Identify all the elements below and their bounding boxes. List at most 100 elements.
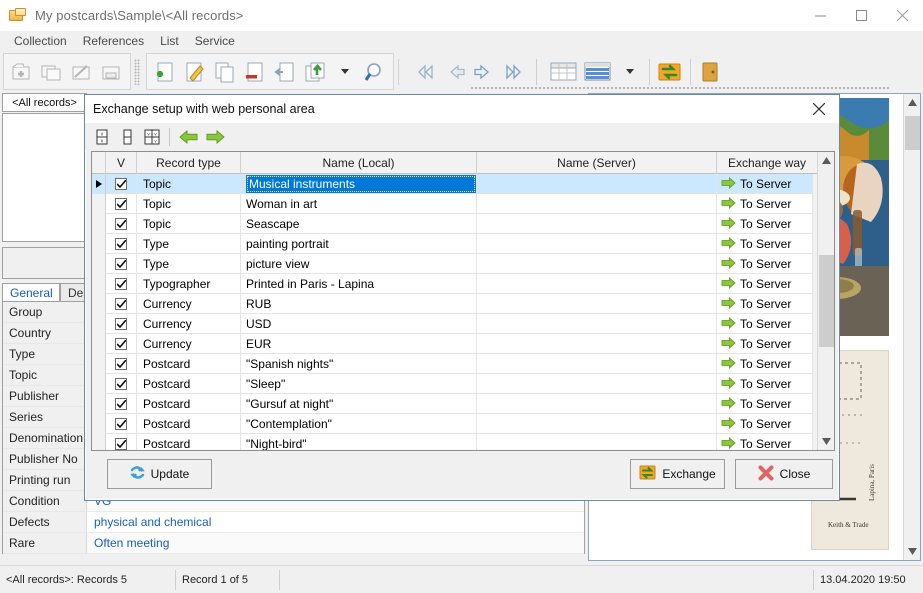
menu-list[interactable]: List: [152, 32, 187, 50]
cell-name-local[interactable]: "Sleep": [241, 374, 477, 394]
minimize-button[interactable]: [800, 0, 841, 31]
field-row-defects[interactable]: Defects physical and chemical: [3, 512, 584, 533]
cell-name-local[interactable]: USD: [241, 314, 477, 334]
cell-name-local[interactable]: "Gursuf at night": [241, 394, 477, 414]
cell-name-server[interactable]: [477, 354, 717, 374]
field-value[interactable]: physical and chemical: [87, 512, 584, 532]
row-checkbox[interactable]: [106, 374, 137, 394]
cell-name-server[interactable]: [477, 194, 717, 214]
nav-prev-icon[interactable]: [439, 56, 469, 87]
cell-name-local[interactable]: Musical instruments: [241, 174, 477, 194]
table-row[interactable]: Typepicture viewTo Server···: [92, 254, 817, 274]
view-dropdown-caret-icon[interactable]: [615, 56, 645, 87]
cell-record-type[interactable]: Postcard: [137, 374, 241, 394]
cell-name-local[interactable]: "Spanish nights": [241, 354, 477, 374]
grid-header-name-local[interactable]: Name (Local): [241, 152, 477, 174]
dialog-close-icon[interactable]: [799, 95, 839, 123]
cell-name-server[interactable]: [477, 214, 717, 234]
record-restore-icon[interactable]: [270, 56, 300, 87]
cell-exchange-way[interactable]: To Server: [717, 214, 813, 234]
cell-record-type[interactable]: Topic: [137, 194, 241, 214]
cell-name-server[interactable]: [477, 414, 717, 434]
grid-scroll-down-icon[interactable]: [818, 433, 835, 450]
record-add-icon[interactable]: [150, 56, 180, 87]
table-view-icon[interactable]: [547, 56, 581, 87]
maximize-button[interactable]: [841, 0, 882, 31]
table-row[interactable]: Typepainting portraitTo Server···: [92, 234, 817, 254]
cell-record-type[interactable]: Typographer: [137, 274, 241, 294]
row-checkbox[interactable]: [106, 214, 137, 234]
row-checkbox[interactable]: [106, 314, 137, 334]
cell-name-server[interactable]: [477, 294, 717, 314]
row-checkbox[interactable]: [106, 194, 137, 214]
cell-name-server[interactable]: [477, 274, 717, 294]
nav-next-icon[interactable]: [469, 56, 499, 87]
nav-first-icon[interactable]: [409, 56, 439, 87]
cell-exchange-way[interactable]: To Server: [717, 434, 813, 450]
row-checkbox[interactable]: [106, 294, 137, 314]
cell-record-type[interactable]: Postcard: [137, 394, 241, 414]
grid-header-checked[interactable]: V: [106, 152, 137, 174]
update-button[interactable]: Update: [107, 459, 212, 489]
cell-record-type[interactable]: Postcard: [137, 434, 241, 450]
table-row[interactable]: Postcard"Night-bird"To Server···: [92, 434, 817, 450]
row-checkbox[interactable]: [106, 234, 137, 254]
grid-header-record-type[interactable]: Record type: [137, 152, 241, 174]
table-row[interactable]: Typographer Printed in Paris - Lapina To S…: [92, 274, 817, 294]
close-button[interactable]: [882, 0, 923, 31]
list-view-icon[interactable]: [581, 56, 615, 87]
cell-name-server[interactable]: [477, 434, 717, 450]
row-checkbox[interactable]: [106, 174, 137, 194]
cell-name-server[interactable]: [477, 334, 717, 354]
tab-general[interactable]: General: [2, 283, 60, 302]
cell-name-local[interactable]: Seascape: [241, 214, 477, 234]
field-value[interactable]: Often meeting: [87, 533, 584, 553]
preview-vertical-scrollbar[interactable]: [903, 94, 920, 560]
arrow-left-green-icon[interactable]: [176, 126, 200, 148]
cell-record-type[interactable]: Currency: [137, 334, 241, 354]
cell-name-server[interactable]: [477, 394, 717, 414]
cell-record-type[interactable]: Topic: [137, 214, 241, 234]
table-row[interactable]: Postcard"Gursuf at night"To Server···: [92, 394, 817, 414]
cell-name-local-selected[interactable]: Musical instruments: [246, 175, 476, 193]
export-dropdown-caret-icon[interactable]: [330, 56, 360, 87]
cell-exchange-way[interactable]: To Server: [717, 314, 813, 334]
menu-collection[interactable]: Collection: [6, 32, 75, 50]
cell-exchange-way[interactable]: To Server: [717, 334, 813, 354]
row-checkbox[interactable]: [106, 334, 137, 354]
cell-exchange-way[interactable]: To Server: [717, 294, 813, 314]
row-checkbox[interactable]: [106, 254, 137, 274]
cell-name-server[interactable]: [477, 254, 717, 274]
field-row-rare[interactable]: Rare Often meeting: [3, 533, 584, 554]
cell-record-type[interactable]: Postcard: [137, 354, 241, 374]
row-checkbox[interactable]: [106, 434, 137, 450]
grid-scroll-up-icon[interactable]: [818, 152, 835, 169]
record-delete-icon[interactable]: [240, 56, 270, 87]
table-row[interactable]: Postcard"Spanish nights"To Server···: [92, 354, 817, 374]
cell-record-type[interactable]: Type: [137, 254, 241, 274]
row-checkbox[interactable]: [106, 414, 137, 434]
cell-name-local[interactable]: EUR: [241, 334, 477, 354]
grid-scroll-thumb[interactable]: [818, 255, 834, 347]
cell-exchange-way[interactable]: To Server: [717, 234, 813, 254]
cell-exchange-way[interactable]: To Server: [717, 274, 813, 294]
table-row[interactable]: CurrencyUSDTo Server···: [92, 314, 817, 334]
table-row[interactable]: TopicWoman in artTo Server···: [92, 194, 817, 214]
all-records-tab[interactable]: <All records>: [2, 93, 87, 112]
cell-record-type[interactable]: Type: [137, 234, 241, 254]
folder-copy-icon[interactable]: [37, 56, 67, 87]
menu-service[interactable]: Service: [187, 32, 243, 50]
cell-name-server[interactable]: [477, 314, 717, 334]
cell-name-local[interactable]: RUB: [241, 294, 477, 314]
cell-exchange-way[interactable]: To Server: [717, 174, 813, 194]
table-row[interactable]: TopicSeascapeTo Server···: [92, 214, 817, 234]
table-row[interactable]: Postcard"Contemplation"To Server···: [92, 414, 817, 434]
scroll-down-arrow-icon[interactable]: [904, 543, 921, 560]
record-export-icon[interactable]: [300, 56, 330, 87]
exchange-icon[interactable]: [654, 56, 686, 87]
menu-references[interactable]: References: [75, 32, 152, 50]
cell-name-local[interactable]: "Night-bird": [241, 434, 477, 450]
cell-name-server[interactable]: [477, 234, 717, 254]
nav-last-icon[interactable]: [499, 56, 529, 87]
grid-header-exchange-way[interactable]: Exchange way: [717, 152, 817, 174]
